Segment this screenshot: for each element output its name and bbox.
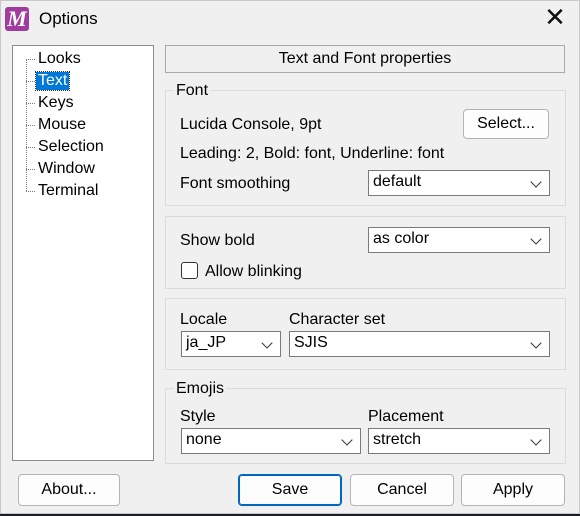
show-bold-select[interactable]: as color — [368, 227, 550, 253]
chevron-down-icon — [530, 434, 542, 446]
font-name: Lucida Console, 9pt — [180, 116, 322, 133]
chevron-down-icon — [530, 176, 542, 188]
close-icon[interactable]: ✕ — [537, 3, 573, 35]
save-button[interactable]: Save — [238, 474, 342, 506]
tree-item-label: Mouse — [38, 116, 87, 133]
emoji-placement-label: Placement — [368, 408, 444, 425]
font-smoothing-select[interactable]: default — [368, 170, 550, 196]
tree-item-label: Looks — [38, 50, 81, 67]
charset-label: Character set — [289, 311, 386, 328]
allow-blinking-checkbox[interactable] — [181, 262, 198, 279]
emoji-placement-select[interactable]: stretch — [368, 428, 550, 454]
font-info: Leading: 2, Bold: font, Underline: font — [180, 145, 445, 162]
chevron-down-icon — [261, 337, 273, 349]
tree-item-label: Keys — [38, 94, 74, 111]
cancel-button[interactable]: Cancel — [350, 474, 454, 506]
app-icon: M — [5, 7, 29, 31]
panel-header: Text and Font properties — [165, 45, 565, 73]
about-button[interactable]: About... — [18, 474, 120, 506]
show-bold-value: as color — [373, 230, 430, 247]
emoji-style-label: Style — [180, 408, 216, 425]
emoji-placement-value: stretch — [373, 431, 422, 448]
allow-blinking-label: Allow blinking — [205, 263, 302, 280]
apply-button[interactable]: Apply — [461, 474, 565, 506]
tree-item-label: Window — [38, 160, 95, 177]
title-bar[interactable]: M Options ✕ — [1, 1, 579, 37]
emojis-group-label: Emojis — [174, 380, 227, 398]
font-smoothing-value: default — [373, 173, 422, 190]
font-group-label: Font — [174, 82, 211, 100]
emoji-style-select[interactable]: none — [181, 428, 361, 454]
locale-select[interactable]: ja_JP — [181, 331, 281, 357]
category-tree: Looks Text Keys Mouse Selection Window T… — [12, 45, 154, 461]
tree-item-label: Text — [34, 71, 71, 91]
charset-select[interactable]: SJIS — [289, 331, 550, 357]
locale-label: Locale — [180, 311, 228, 328]
chevron-down-icon — [530, 233, 542, 245]
tree-item-label: Selection — [38, 138, 104, 155]
tree-item-label: Terminal — [38, 182, 99, 199]
show-bold-label: Show bold — [180, 232, 255, 249]
charset-value: SJIS — [294, 334, 328, 351]
emoji-style-value: none — [186, 431, 222, 448]
window-title: Options — [39, 9, 98, 28]
chevron-down-icon — [530, 337, 542, 349]
font-smoothing-label: Font smoothing — [180, 175, 291, 192]
select-font-button[interactable]: Select... — [463, 109, 549, 139]
locale-value: ja_JP — [186, 334, 227, 351]
chevron-down-icon — [341, 434, 353, 446]
options-dialog: M Options ✕ Looks Text Keys Mouse Select… — [0, 0, 580, 514]
